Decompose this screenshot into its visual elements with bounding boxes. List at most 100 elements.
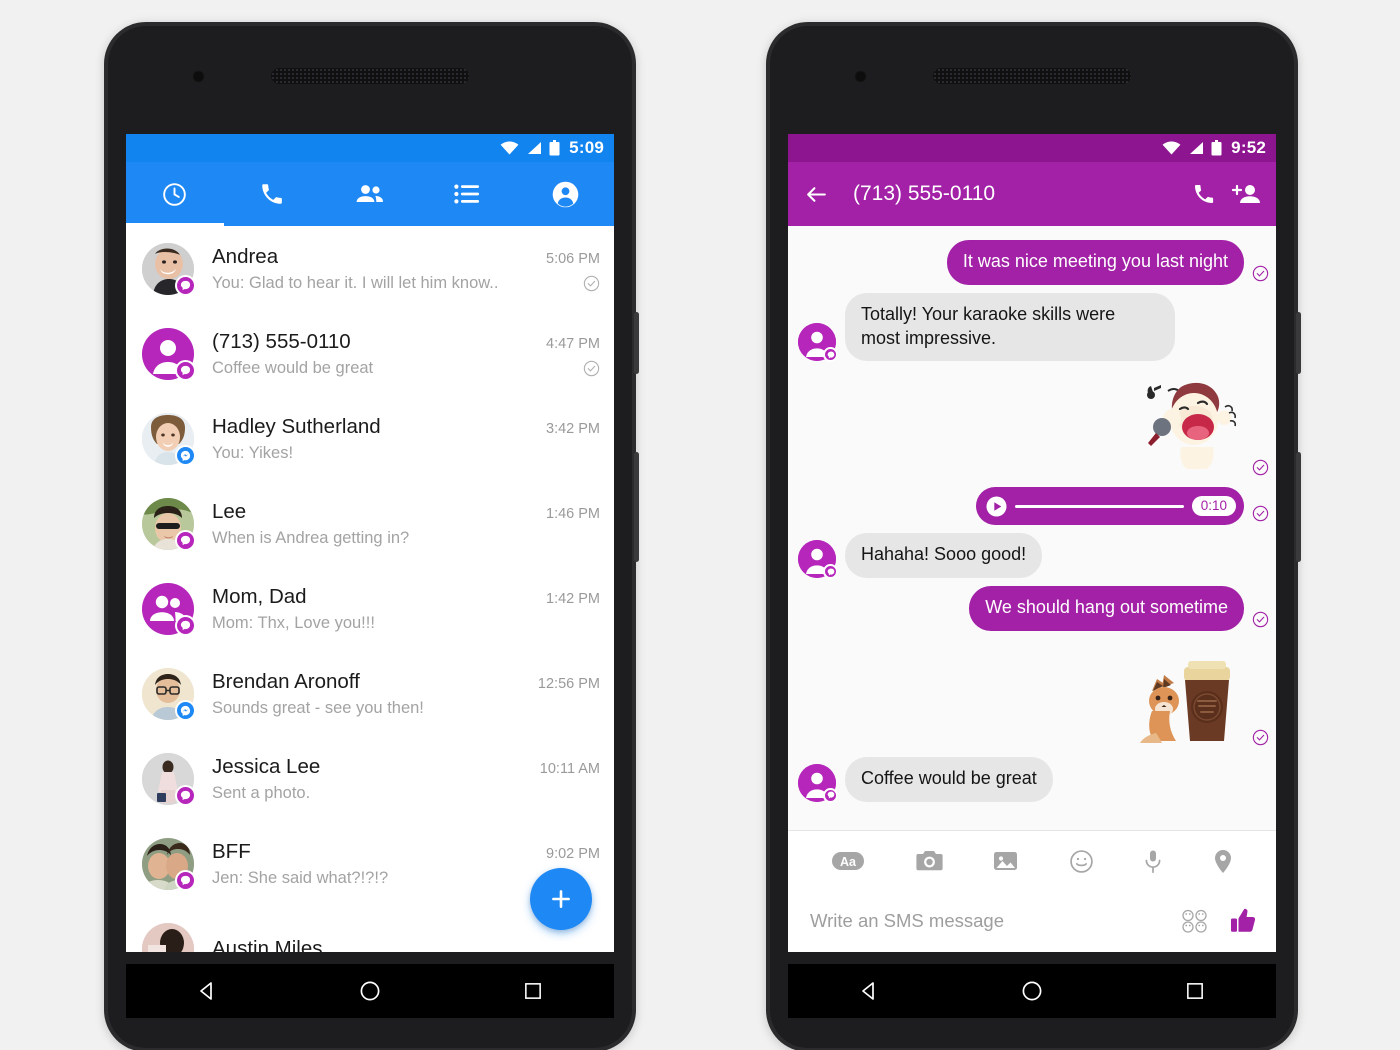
composer-input-row: Write an SMS message bbox=[788, 891, 1276, 951]
tab-bar bbox=[126, 162, 614, 226]
message-bubble-outgoing[interactable]: We should hang out sometime bbox=[969, 586, 1244, 631]
conversation-name: Lee bbox=[212, 499, 247, 523]
volume-button[interactable] bbox=[634, 452, 639, 562]
karaoke-singer-sticker[interactable] bbox=[1126, 369, 1244, 479]
message-composer: Aa Write an SMS message bbox=[788, 830, 1276, 952]
conversation-name: Hadley Sutherland bbox=[212, 414, 381, 438]
conversation-snippet: Jen: She said what?!?!? bbox=[212, 868, 389, 887]
delivered-icon bbox=[1252, 611, 1270, 628]
right-phone-screen: 9:52 (713) 555-0110 It was nice meeting … bbox=[788, 134, 1276, 952]
message-bubble-incoming[interactable]: Hahaha! Sooo good! bbox=[845, 533, 1043, 578]
recents-tab[interactable] bbox=[126, 162, 224, 226]
thread-title: (713) 555-0110 bbox=[853, 182, 996, 205]
conversation-row[interactable]: Mom, Dad 1:42 PM Mom: Thx, Love you!!! bbox=[126, 566, 614, 651]
sms-badge-icon bbox=[175, 869, 196, 891]
signal-icon bbox=[526, 141, 542, 155]
home-button[interactable] bbox=[335, 964, 405, 1018]
play-icon[interactable] bbox=[986, 496, 1007, 517]
conversation-snippet: You: Glad to hear it. I will let him kno… bbox=[212, 273, 499, 292]
sms-badge-icon bbox=[175, 784, 196, 806]
conversation-snippet: Sounds great - see you then! bbox=[212, 698, 424, 717]
conversation-row[interactable]: Jessica Lee 10:11 AM Sent a photo. bbox=[126, 736, 614, 821]
call-button[interactable] bbox=[1192, 182, 1216, 206]
sms-badge-icon bbox=[175, 614, 196, 636]
earpiece-speaker bbox=[933, 68, 1131, 84]
conversation-time: 1:42 PM bbox=[546, 590, 600, 607]
sms-badge-icon bbox=[175, 529, 196, 551]
groups-tab[interactable] bbox=[419, 162, 517, 226]
delivered-icon bbox=[1252, 505, 1270, 522]
conversation-body: Brendan Aronoff 12:56 PM Sounds great - … bbox=[212, 670, 600, 718]
composer-icon-row: Aa bbox=[788, 831, 1276, 891]
message-bubble-incoming[interactable]: Totally! Your karaoke skills were most i… bbox=[845, 292, 1175, 362]
avatar bbox=[142, 412, 196, 466]
stickers-icon[interactable] bbox=[1180, 909, 1210, 933]
conversation-list[interactable]: Andrea 5:06 PM You: Glad to hear it. I w… bbox=[126, 226, 614, 952]
conversation-row[interactable]: Hadley Sutherland 3:42 PM You: Yikes! bbox=[126, 396, 614, 481]
back-button[interactable] bbox=[172, 964, 242, 1018]
thumbs-up-icon[interactable] bbox=[1228, 906, 1258, 936]
conversation-row[interactable]: (713) 555-0110 4:47 PM Coffee would be g… bbox=[126, 311, 614, 396]
voice-message-bubble[interactable]: 0:10 bbox=[976, 487, 1244, 526]
volume-button[interactable] bbox=[1296, 452, 1301, 562]
message-row: It was nice meeting you last night bbox=[788, 236, 1276, 289]
conversation-body: Jessica Lee 10:11 AM Sent a photo. bbox=[212, 755, 600, 803]
conversation-name: BFF bbox=[212, 839, 251, 863]
message-bubble-incoming[interactable]: Coffee would be great bbox=[845, 756, 1053, 802]
people-tab[interactable] bbox=[321, 162, 419, 226]
smiley-icon[interactable] bbox=[1069, 849, 1094, 874]
battery-icon bbox=[549, 140, 560, 156]
status-bar: 9:52 bbox=[788, 134, 1276, 162]
sms-badge-icon bbox=[823, 787, 838, 803]
camera-icon[interactable] bbox=[916, 849, 943, 873]
conversation-time: 12:56 PM bbox=[537, 675, 600, 692]
conversation-snippet: When is Andrea getting in? bbox=[212, 528, 410, 547]
fox-coffee-cup-sticker[interactable] bbox=[1126, 639, 1244, 749]
conversation-row[interactable]: Andrea 5:06 PM You: Glad to hear it. I w… bbox=[126, 226, 614, 311]
conversation-name: Mom, Dad bbox=[212, 584, 307, 608]
new-conversation-fab[interactable] bbox=[530, 868, 592, 930]
avatar bbox=[142, 837, 196, 891]
arrow-back-icon[interactable] bbox=[804, 182, 829, 207]
front-camera-icon bbox=[854, 70, 867, 83]
back-button[interactable] bbox=[834, 964, 904, 1018]
conversation-row[interactable]: Lee 1:46 PM When is Andrea getting in? bbox=[126, 481, 614, 566]
right-phone-device: 9:52 (713) 555-0110 It was nice meeting … bbox=[766, 22, 1301, 1050]
delivered-icon bbox=[1252, 265, 1270, 282]
recents-button[interactable] bbox=[1160, 964, 1230, 1018]
sms-input[interactable]: Write an SMS message bbox=[810, 910, 1166, 932]
profile-tab[interactable] bbox=[516, 162, 614, 226]
earpiece-speaker bbox=[271, 68, 469, 84]
power-button[interactable] bbox=[634, 312, 639, 374]
image-icon[interactable] bbox=[993, 849, 1018, 873]
audio-progress-track[interactable] bbox=[1015, 504, 1184, 508]
message-bubble-outgoing[interactable]: It was nice meeting you last night bbox=[946, 240, 1244, 285]
avatar bbox=[798, 323, 838, 363]
left-phone-device: 5:09 Andrea 5:06 PM You: Glad to hear it… bbox=[104, 22, 639, 1050]
message-thread[interactable]: It was nice meeting you last night Total… bbox=[788, 226, 1276, 830]
screenshot-stage: 5:09 Andrea 5:06 PM You: Glad to hear it… bbox=[0, 0, 1400, 1050]
add-person-button[interactable] bbox=[1232, 182, 1260, 206]
message-row: We should hang out sometime bbox=[788, 582, 1276, 635]
avatar bbox=[142, 242, 196, 296]
sms-badge-icon bbox=[175, 274, 196, 296]
avatar bbox=[798, 540, 838, 579]
aa-icon[interactable]: Aa bbox=[831, 849, 865, 873]
conversation-snippet: Mom: Thx, Love you!!! bbox=[212, 613, 375, 632]
conversation-name: Austin Miles bbox=[212, 936, 323, 953]
wifi-icon bbox=[500, 141, 519, 155]
status-bar: 5:09 bbox=[126, 134, 614, 162]
power-button[interactable] bbox=[1296, 312, 1301, 374]
home-button[interactable] bbox=[997, 964, 1067, 1018]
android-nav-bar bbox=[126, 964, 614, 1018]
microphone-icon[interactable] bbox=[1144, 849, 1162, 874]
conversation-body: (713) 555-0110 4:47 PM Coffee would be g… bbox=[212, 330, 600, 378]
battery-icon bbox=[1211, 140, 1222, 156]
composer-actions bbox=[1180, 906, 1258, 936]
calls-tab[interactable] bbox=[224, 162, 322, 226]
conversation-row[interactable]: Brendan Aronoff 12:56 PM Sounds great - … bbox=[126, 651, 614, 736]
avatar bbox=[142, 667, 196, 721]
conversation-body: Hadley Sutherland 3:42 PM You: Yikes! bbox=[212, 415, 600, 463]
recents-button[interactable] bbox=[498, 964, 568, 1018]
location-pin-icon[interactable] bbox=[1213, 849, 1233, 874]
